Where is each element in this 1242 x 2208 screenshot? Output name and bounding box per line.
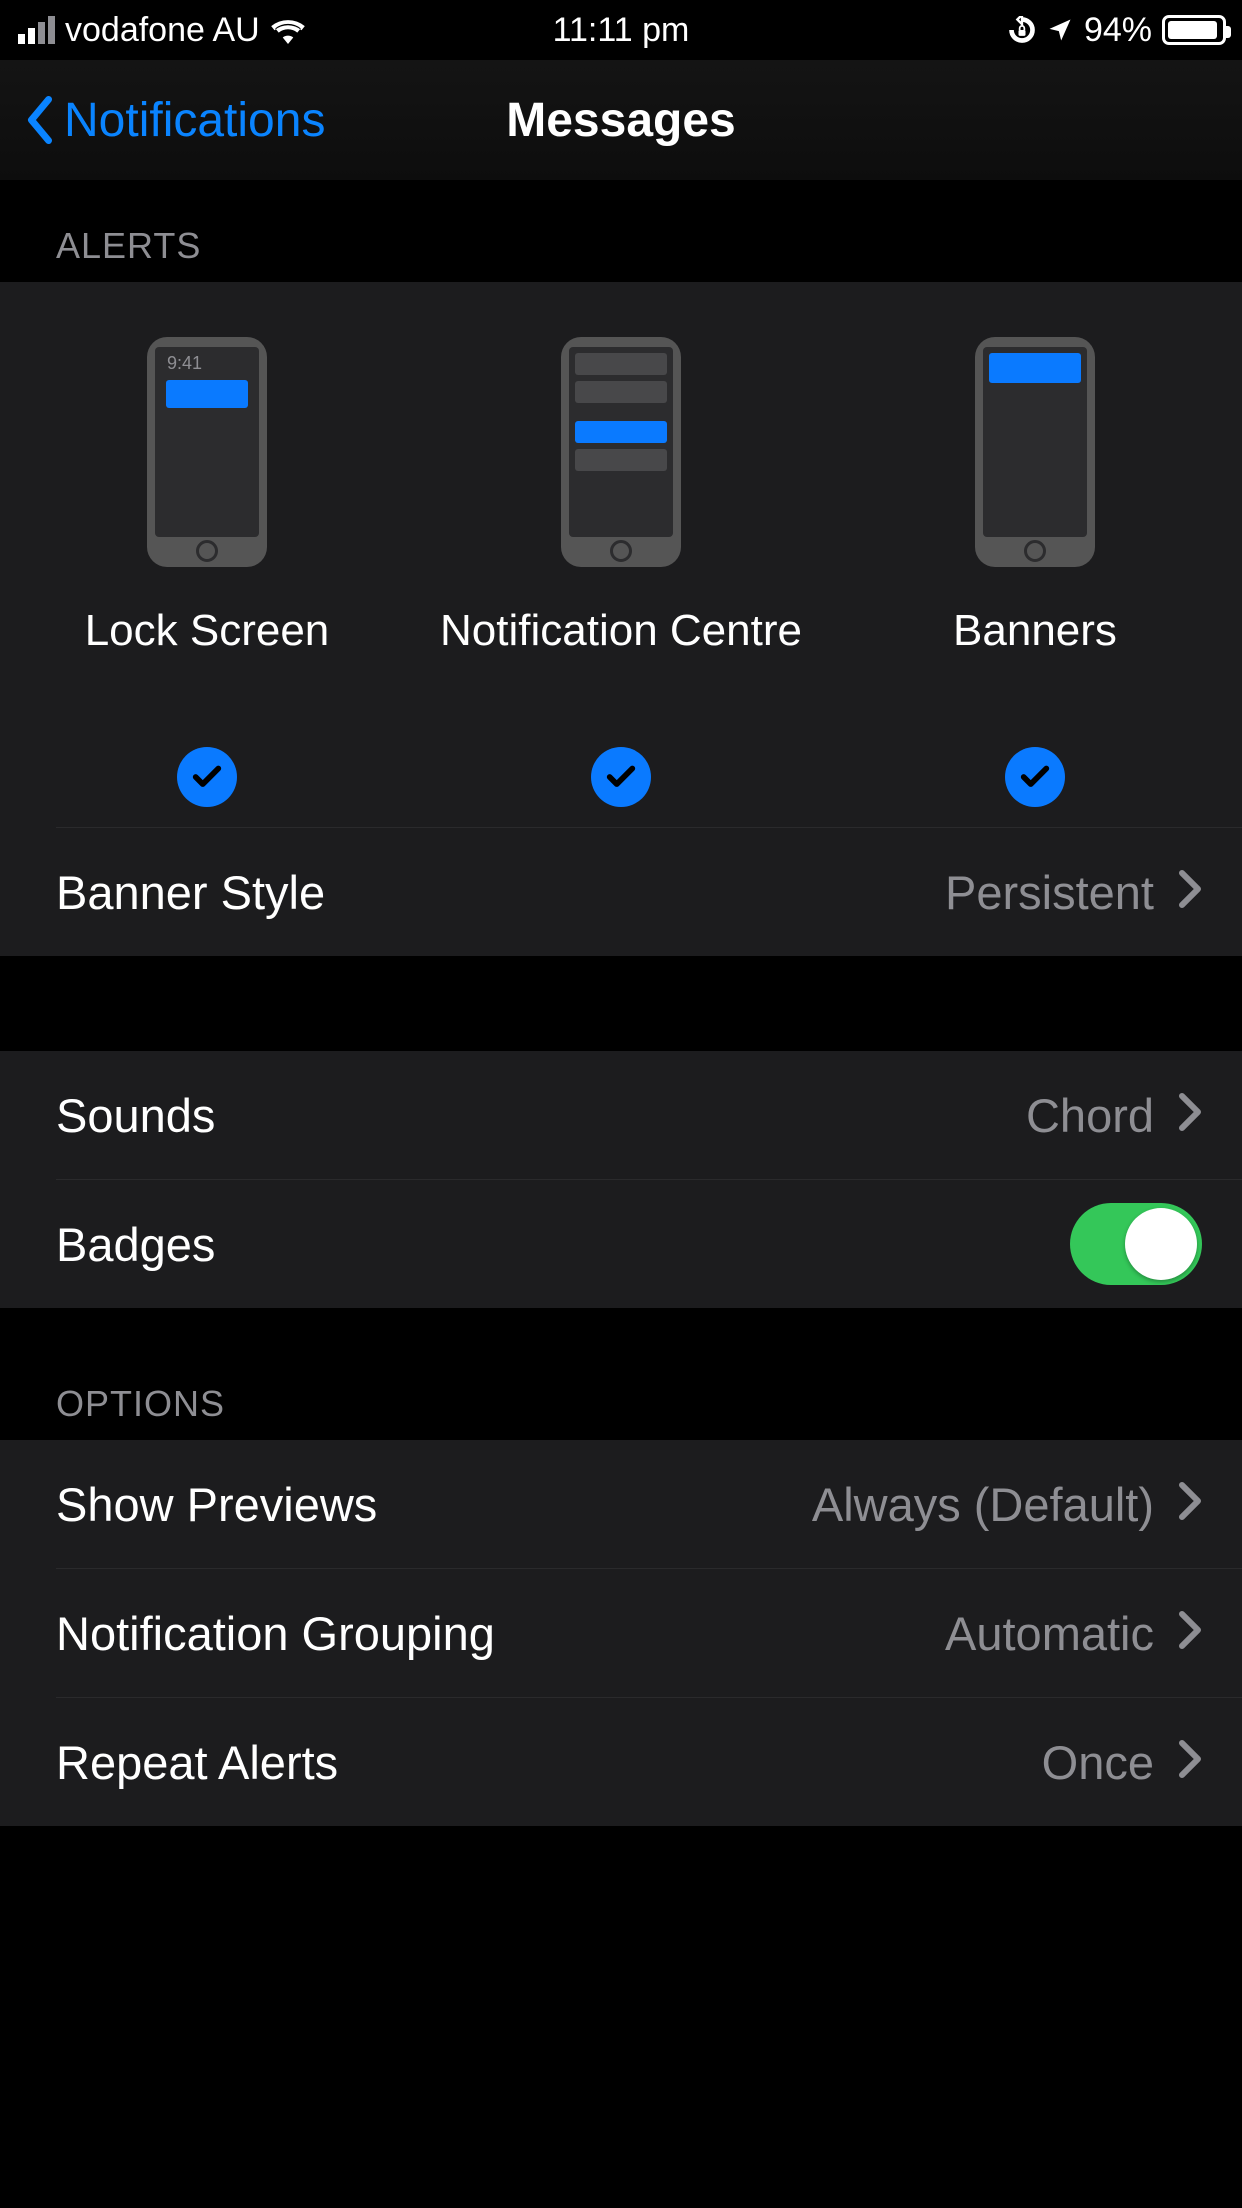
checkmark-icon [1005, 747, 1065, 807]
row-repeat-alerts[interactable]: Repeat Alerts Once [0, 1698, 1242, 1826]
carrier-label: vodafone AU [65, 11, 260, 50]
chevron-right-icon [1178, 1606, 1202, 1661]
back-label: Notifications [64, 93, 325, 148]
status-bar: vodafone AU 11:11 pm 94% [0, 0, 1242, 60]
lock-screen-mock-icon: 9:41 [147, 337, 267, 567]
orientation-lock-icon [1008, 16, 1036, 44]
cellular-signal-icon [18, 16, 55, 44]
show-previews-value: Always (Default) [812, 1477, 1154, 1532]
banner-style-value: Persistent [945, 865, 1154, 920]
sounds-label: Sounds [56, 1088, 215, 1143]
section-header-alerts: ALERTS [0, 180, 1242, 282]
back-button[interactable]: Notifications [24, 93, 325, 148]
chevron-right-icon [1178, 1477, 1202, 1532]
navigation-bar: Notifications Messages [0, 60, 1242, 180]
notification-centre-mock-icon [561, 337, 681, 567]
row-sounds[interactable]: Sounds Chord [0, 1051, 1242, 1179]
row-show-previews[interactable]: Show Previews Always (Default) [0, 1440, 1242, 1568]
lock-screen-label: Lock Screen [85, 602, 330, 722]
options-group: Show Previews Always (Default) Notificat… [0, 1440, 1242, 1826]
badges-label: Badges [56, 1217, 215, 1272]
notification-grouping-value: Automatic [945, 1606, 1154, 1661]
checkmark-icon [591, 747, 651, 807]
sounds-value: Chord [1026, 1088, 1154, 1143]
alert-type-notification-centre[interactable]: Notification Centre [414, 337, 828, 807]
show-previews-label: Show Previews [56, 1477, 377, 1532]
row-badges: Badges [0, 1180, 1242, 1308]
badges-toggle[interactable] [1070, 1203, 1202, 1285]
chevron-right-icon [1178, 1088, 1202, 1143]
wifi-icon [270, 17, 306, 44]
row-banner-style[interactable]: Banner Style Persistent [0, 828, 1242, 956]
row-notification-grouping[interactable]: Notification Grouping Automatic [0, 1569, 1242, 1697]
notification-centre-label: Notification Centre [440, 602, 802, 722]
banner-style-label: Banner Style [56, 865, 325, 920]
repeat-alerts-label: Repeat Alerts [56, 1735, 338, 1790]
section-header-options: OPTIONS [0, 1308, 1242, 1440]
banners-mock-icon [975, 337, 1095, 567]
alert-type-banners[interactable]: Banners [828, 337, 1242, 807]
battery-percent-label: 94% [1084, 11, 1152, 50]
notification-grouping-label: Notification Grouping [56, 1606, 495, 1661]
repeat-alerts-value: Once [1042, 1735, 1154, 1790]
checkmark-icon [177, 747, 237, 807]
sounds-badges-group: Sounds Chord Badges [0, 1051, 1242, 1308]
chevron-right-icon [1178, 1735, 1202, 1790]
banners-label: Banners [953, 602, 1117, 722]
chevron-right-icon [1178, 865, 1202, 920]
battery-icon [1162, 15, 1226, 45]
alert-type-lock-screen[interactable]: 9:41 Lock Screen [0, 337, 414, 807]
location-icon [1046, 16, 1074, 44]
alerts-group: 9:41 Lock Screen N [0, 282, 1242, 956]
